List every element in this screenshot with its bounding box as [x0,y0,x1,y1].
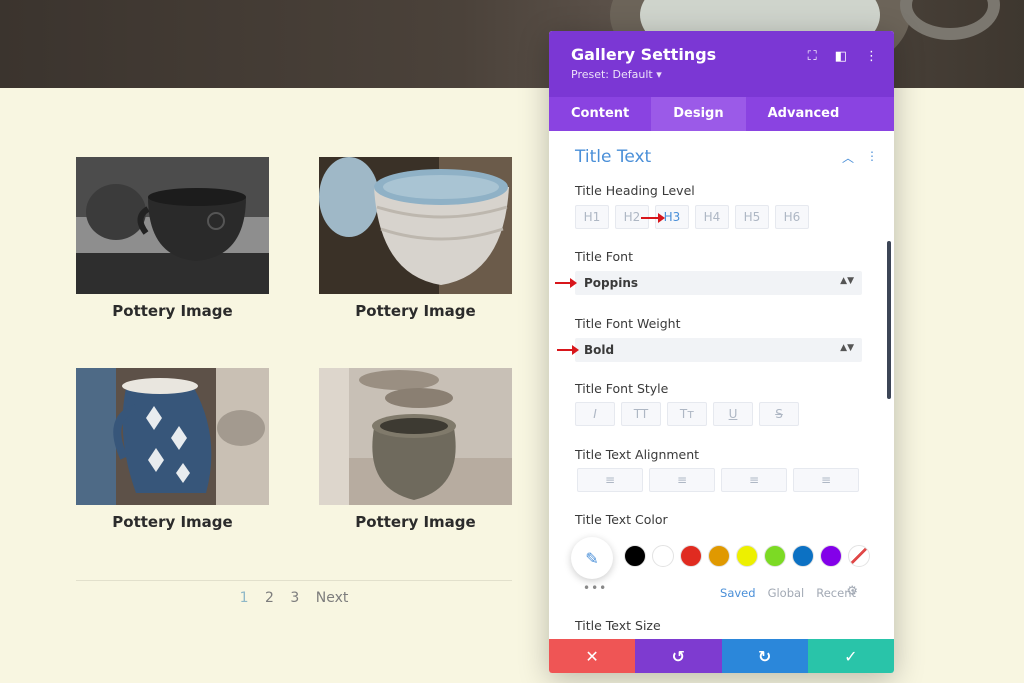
align-left-icon[interactable]: ≡ [577,468,643,492]
pagination-page-1[interactable]: 1 [240,590,249,606]
annotation-arrow [557,345,579,355]
gallery-image-pitcher[interactable] [76,368,269,505]
color-swatches [624,545,870,567]
more-vertical-icon[interactable]: ⋮ [865,49,878,64]
palette-tabs: Saved Global Recent [720,586,856,600]
swatch-black[interactable] [624,545,646,567]
align-right-icon[interactable]: ≡ [721,468,787,492]
gallery-caption: Pottery Image [112,302,233,320]
font-weight-select[interactable]: Bold ▲▼ [575,338,862,362]
modal-header[interactable]: Gallery Settings Preset: Default ▾ ⛶ ◧ ⋮ [549,31,894,97]
gallery-caption: Pottery Image [355,302,476,320]
text-color-label: Title Text Color [575,512,668,527]
gallery-caption: Pottery Image [355,513,476,531]
modal-footer: ✕ ↺ ↻ ✓ [549,639,894,673]
font-label: Title Font [575,249,633,264]
gallery-settings-modal: Gallery Settings Preset: Default ▾ ⛶ ◧ ⋮… [549,31,894,673]
heading-level-options: H1 H2 H3 H4 H5 H6 [575,205,809,229]
gallery-item[interactable]: Pottery Image [76,157,269,320]
heading-level-label: Title Heading Level [575,183,695,198]
italic-button[interactable]: I [575,402,615,426]
modal-tabs: Content Design Advanced [549,97,894,131]
section-title[interactable]: Title Text [575,147,651,167]
gallery-image-cups[interactable] [76,157,269,294]
font-weight-label: Title Font Weight [575,316,681,331]
cancel-button[interactable]: ✕ [549,639,636,673]
heading-h4-button[interactable]: H4 [695,205,729,229]
more-colors-icon[interactable]: ••• [583,581,607,595]
heading-h6-button[interactable]: H6 [775,205,809,229]
swatch-purple[interactable] [820,545,842,567]
font-style-options: I TT Tт U S [575,402,799,426]
pagination-page-3[interactable]: 3 [290,590,299,606]
swatch-blue[interactable] [792,545,814,567]
swatch-red[interactable] [680,545,702,567]
gallery-item[interactable]: Pottery Image [76,368,269,531]
tab-design[interactable]: Design [651,97,746,131]
save-button[interactable]: ✓ [807,639,894,673]
collapse-icon[interactable]: ︿ [842,149,854,166]
gallery-item[interactable]: Pottery Image [319,368,512,531]
font-value: Poppins [584,276,639,290]
gear-icon[interactable]: ⚙ [846,584,858,599]
focus-icon[interactable]: ⛶ [808,49,817,64]
heading-h5-button[interactable]: H5 [735,205,769,229]
font-select[interactable]: Poppins ▲▼ [575,271,862,295]
align-justify-icon[interactable]: ≡ [793,468,859,492]
eyedropper-icon[interactable]: ✎ [571,537,613,579]
palette-tab-global[interactable]: Global [768,586,805,600]
alignment-label: Title Text Alignment [575,447,700,462]
section-more-icon[interactable]: ⋮ [866,149,878,166]
preset-selector[interactable]: Preset: Default ▾ [571,68,872,81]
capitalize-button[interactable]: Tт [667,402,707,426]
annotation-arrow [555,278,577,288]
gallery-image-bowls[interactable] [319,157,512,294]
swatch-green[interactable] [764,545,786,567]
palette-tab-saved[interactable]: Saved [720,586,756,600]
underline-button[interactable]: U [713,402,753,426]
uppercase-button[interactable]: TT [621,402,661,426]
select-caret-icon: ▲▼ [840,276,854,286]
heading-h1-button[interactable]: H1 [575,205,609,229]
swatch-yellow[interactable] [736,545,758,567]
strikethrough-button[interactable]: S [759,402,799,426]
hero-mug-handle [900,0,1000,40]
annotation-arrow [641,213,665,223]
pagination-page-2[interactable]: 2 [265,590,274,606]
swatch-white[interactable] [652,545,674,567]
select-caret-icon: ▲▼ [840,343,854,353]
tab-content[interactable]: Content [549,97,651,131]
undo-button[interactable]: ↺ [635,639,722,673]
pagination: 1 2 3 Next [76,590,512,606]
swatch-orange[interactable] [708,545,730,567]
gallery-caption: Pottery Image [112,513,233,531]
align-center-icon[interactable]: ≡ [649,468,715,492]
pagination-divider [76,580,512,581]
redo-button[interactable]: ↻ [721,639,808,673]
pagination-next[interactable]: Next [316,590,349,606]
font-style-label: Title Font Style [575,381,669,396]
swatch-none[interactable] [848,545,870,567]
gallery-item[interactable]: Pottery Image [319,157,512,320]
alignment-options: ≡ ≡ ≡ ≡ [577,468,859,492]
gallery-image-pots[interactable] [319,368,512,505]
modal-scrollbar[interactable] [887,241,891,399]
font-weight-value: Bold [584,343,615,357]
tab-advanced[interactable]: Advanced [746,97,862,131]
text-size-label: Title Text Size [575,618,661,633]
split-view-icon[interactable]: ◧ [835,49,847,64]
